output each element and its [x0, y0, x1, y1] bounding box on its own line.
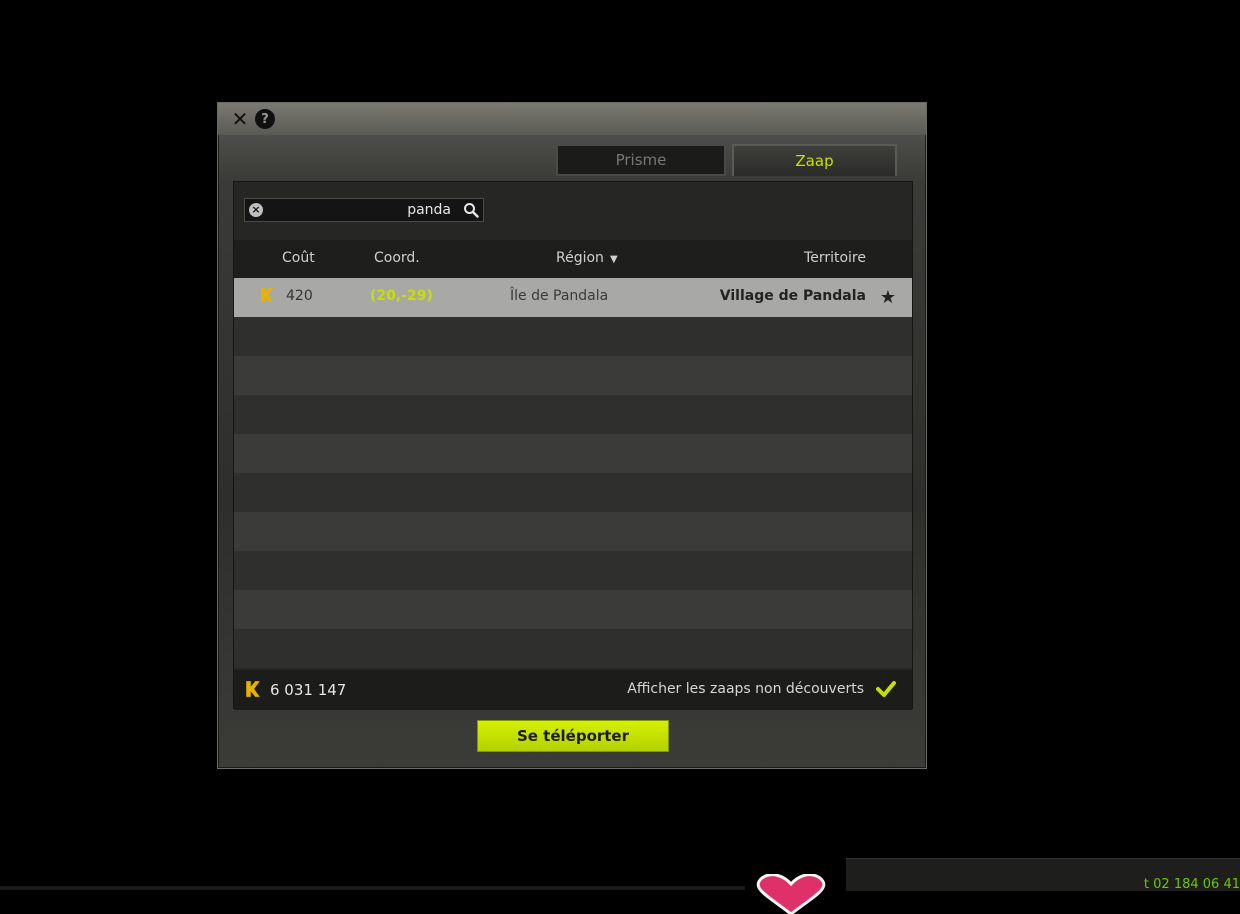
column-header-territory[interactable]: Territoire: [804, 250, 866, 266]
help-icon[interactable]: ?: [255, 109, 275, 129]
search-icon: [464, 203, 479, 218]
teleport-button[interactable]: Se téléporter: [477, 720, 669, 752]
row-region: Île de Pandala: [510, 288, 609, 304]
empty-row: [234, 434, 912, 473]
clear-search-icon[interactable]: ×: [249, 203, 263, 217]
empty-row: [234, 395, 912, 434]
search-input[interactable]: [267, 200, 455, 220]
tab-zaap[interactable]: Zaap: [732, 144, 897, 176]
zaap-table-body: 420 (20,-29) Île de Pandala Village de P…: [234, 278, 912, 670]
zaap-window: ✕ ? Prisme Zaap × Coût Coord. Région ▼ Te…: [217, 102, 927, 769]
table-header: Coût Coord. Région ▼ Territoire: [234, 240, 912, 278]
close-icon[interactable]: ✕: [230, 107, 250, 131]
empty-row: [234, 590, 912, 629]
list-footer: 6 031 147 Afficher les zaaps non découve…: [234, 670, 912, 710]
column-header-cost[interactable]: Coût: [282, 250, 315, 266]
favorite-star-icon[interactable]: ★: [880, 287, 896, 308]
search-box: ×: [244, 198, 484, 222]
bottom-toolbar-edge: [0, 886, 745, 890]
empty-row: [234, 317, 912, 356]
kamas-icon: [261, 288, 273, 302]
column-header-region-label: Région: [556, 250, 604, 266]
empty-row: [234, 473, 912, 512]
sort-desc-icon: ▼: [609, 254, 618, 265]
tab-prisme[interactable]: Prisme: [556, 144, 726, 176]
empty-row: [234, 512, 912, 551]
column-header-coord[interactable]: Coord.: [374, 250, 420, 266]
kamas-total: 6 031 147: [270, 681, 347, 699]
row-cost: 420: [286, 288, 313, 304]
heart-icon[interactable]: [748, 874, 834, 914]
table-row[interactable]: 420 (20,-29) Île de Pandala Village de P…: [234, 278, 912, 317]
zaap-list-panel: × Coût Coord. Région ▼ Territoire 420 (20…: [233, 181, 913, 710]
checkbox-check-icon[interactable]: [876, 680, 896, 698]
show-undiscovered-label[interactable]: Afficher les zaaps non découverts: [627, 681, 864, 697]
window-titlebar[interactable]: ✕ ?: [218, 103, 926, 135]
row-territory: Village de Pandala: [719, 288, 866, 304]
tab-bar: Prisme Zaap: [226, 139, 920, 181]
empty-row: [234, 356, 912, 395]
empty-row: [234, 551, 912, 590]
row-coord: (20,-29): [370, 288, 433, 304]
bottom-info-panel: t 02 184 06 41: [846, 858, 1240, 892]
kamas-icon: [246, 681, 260, 697]
empty-row: [234, 629, 912, 668]
column-header-region[interactable]: Région ▼: [556, 250, 618, 266]
